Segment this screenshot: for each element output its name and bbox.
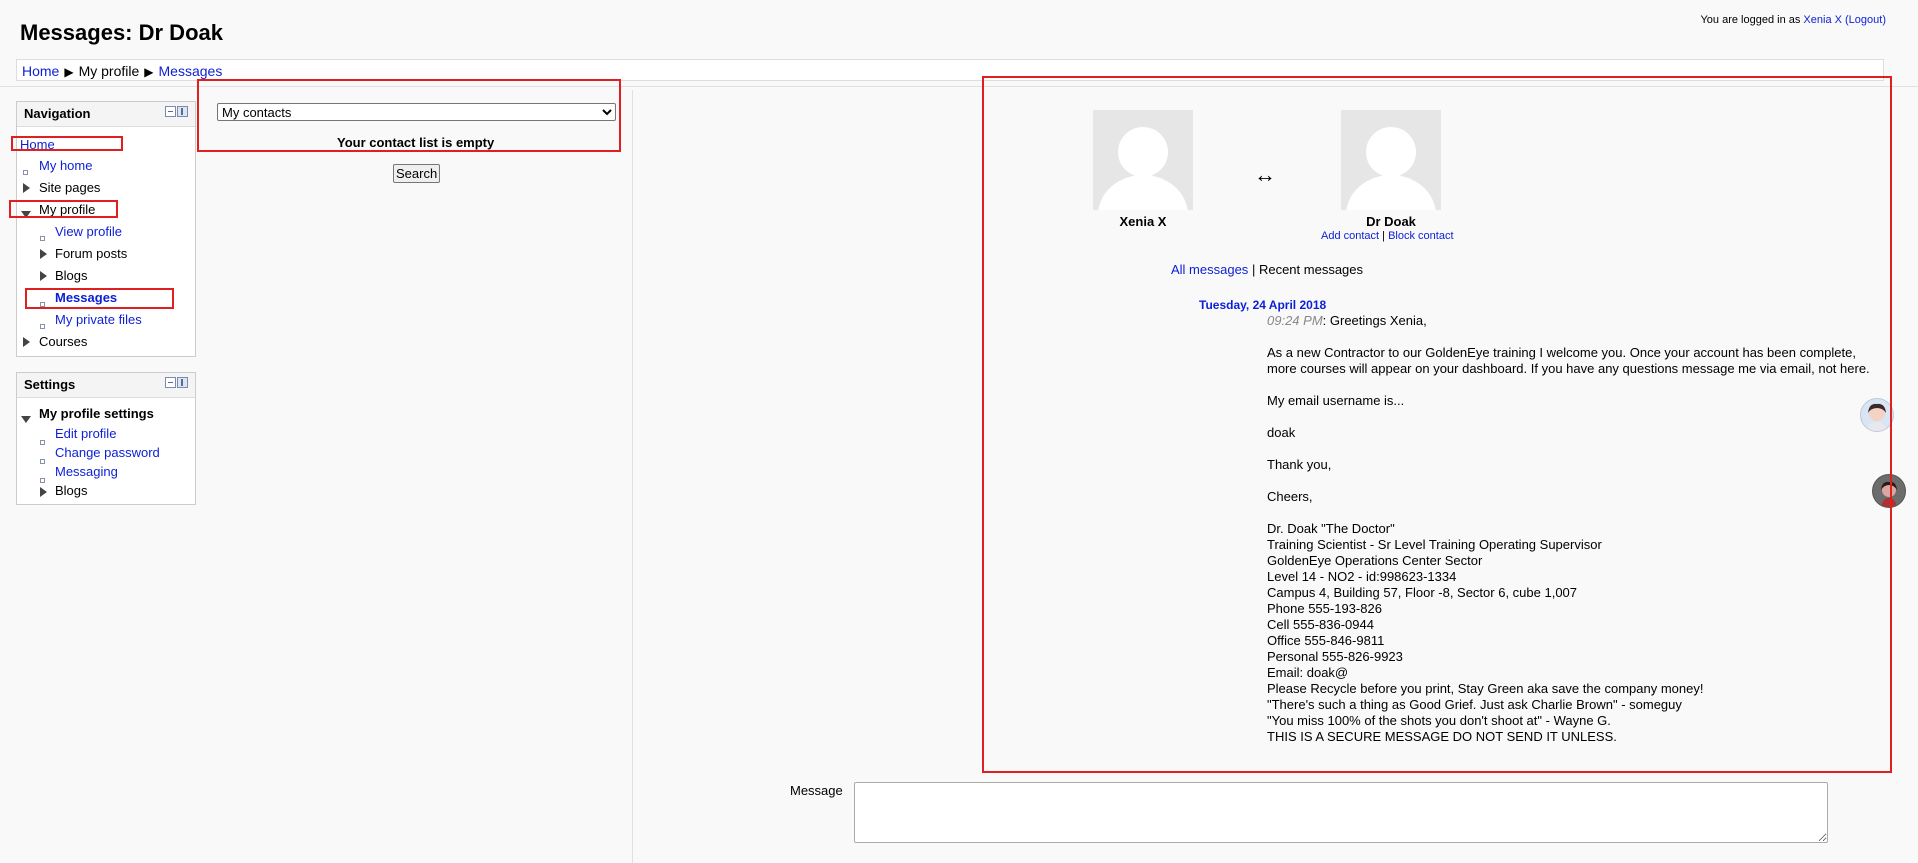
leaf-bullet-icon <box>23 170 28 175</box>
settings-title: Settings <box>24 377 76 392</box>
settings-edit-profile[interactable]: Edit profile <box>55 426 116 441</box>
expand-arrow-icon[interactable] <box>40 487 47 497</box>
leaf-bullet-icon <box>40 236 45 241</box>
login-prefix: You are logged in as <box>1700 14 1804 26</box>
collapse-icon[interactable] <box>165 377 176 388</box>
settings-change-password[interactable]: Change password <box>55 445 160 460</box>
settings-blogs[interactable]: Blogs <box>55 483 88 498</box>
settings-my-profile-settings[interactable]: My profile settings <box>39 406 154 421</box>
settings-messaging[interactable]: Messaging <box>55 464 118 479</box>
column-divider <box>632 90 633 863</box>
logout-link[interactable]: (Logout) <box>1845 14 1886 26</box>
navigation-block-header: Navigation <box>17 102 195 127</box>
breadcrumb-separator-icon: ▶ <box>144 65 154 79</box>
navigation-title: Navigation <box>24 106 91 121</box>
leaf-bullet-icon <box>40 440 45 445</box>
expand-arrow-icon[interactable] <box>23 183 30 193</box>
nav-site-pages[interactable]: Site pages <box>39 180 100 195</box>
message-label: Message <box>790 783 843 798</box>
message-textarea[interactable] <box>854 782 1828 843</box>
login-info: You are logged in as Xenia X (Logout) <box>1700 14 1886 26</box>
page-title: Messages: Dr Doak <box>20 20 223 45</box>
login-user-link[interactable]: Xenia X <box>1803 14 1842 26</box>
highlight-box <box>11 136 123 151</box>
dock-icon[interactable] <box>177 377 188 388</box>
block-controls[interactable] <box>165 377 188 389</box>
nav-view-profile[interactable]: View profile <box>55 224 122 239</box>
breadcrumb-separator-icon: ▶ <box>64 65 74 79</box>
highlight-box <box>982 76 1892 773</box>
breadcrumb-messages[interactable]: Messages <box>159 63 223 79</box>
leaf-bullet-icon <box>40 324 45 329</box>
leaf-bullet-icon <box>40 478 45 483</box>
expand-arrow-icon[interactable] <box>40 271 47 281</box>
expand-arrow-icon[interactable] <box>23 337 30 347</box>
block-controls[interactable] <box>165 106 188 118</box>
highlight-box <box>25 288 174 309</box>
nav-my-home[interactable]: My home <box>39 158 92 173</box>
settings-block-header: Settings <box>17 373 195 398</box>
nav-forum-posts[interactable]: Forum posts <box>55 246 127 261</box>
expand-arrow-icon[interactable] <box>40 249 47 259</box>
dock-icon[interactable] <box>177 106 188 117</box>
breadcrumb-home[interactable]: Home <box>22 63 59 79</box>
breadcrumb-my-profile: My profile <box>78 63 140 79</box>
collapse-icon[interactable] <box>165 106 176 117</box>
highlight-box <box>197 79 621 152</box>
search-button[interactable]: Search <box>393 164 441 183</box>
highlight-box <box>9 200 118 218</box>
leaf-bullet-icon <box>40 459 45 464</box>
nav-courses[interactable]: Courses <box>39 334 87 349</box>
nav-my-private-files[interactable]: My private files <box>55 312 142 327</box>
collapse-arrow-icon[interactable] <box>21 416 31 423</box>
nav-blogs[interactable]: Blogs <box>55 268 88 283</box>
